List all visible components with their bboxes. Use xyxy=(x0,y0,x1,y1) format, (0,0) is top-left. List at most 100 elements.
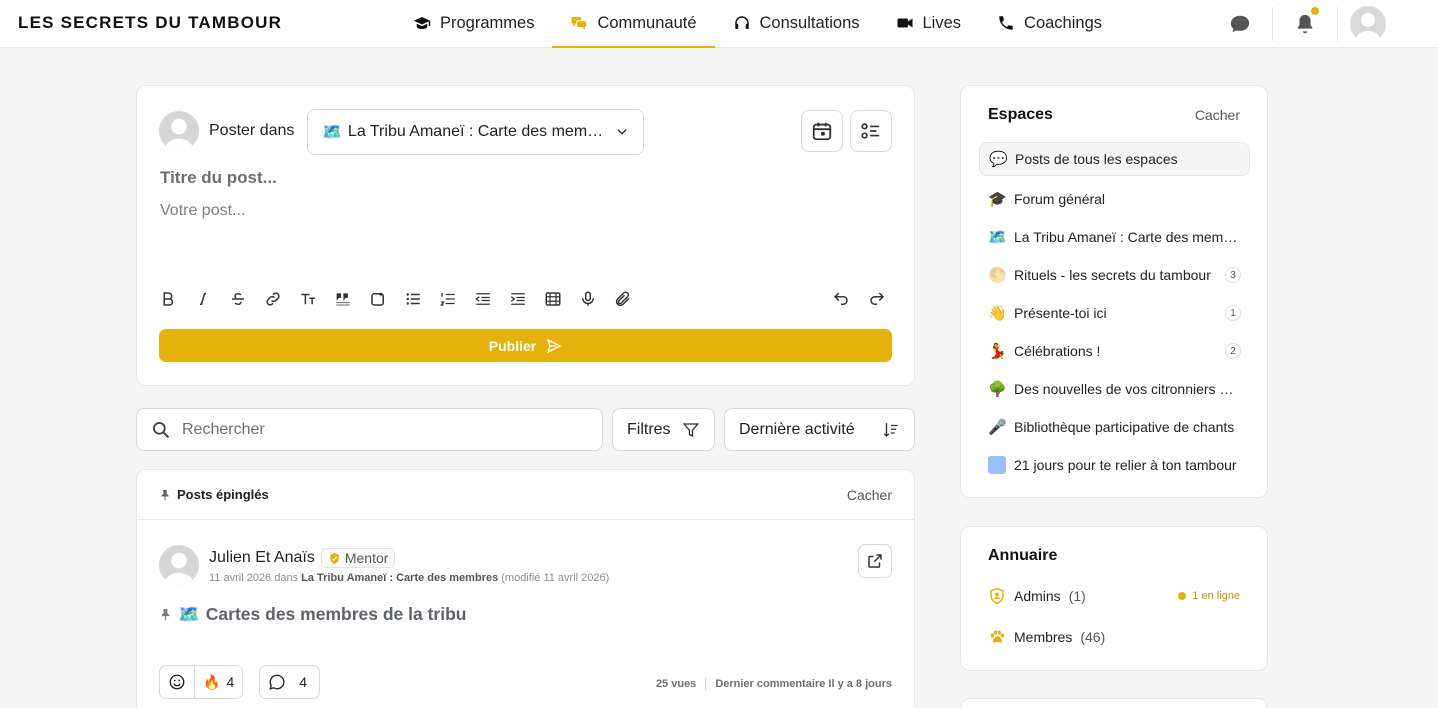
divider xyxy=(705,677,707,691)
space-item-bibliotheque[interactable]: 🎤 Bibliothèque participative de chants xyxy=(979,408,1250,446)
pinned-title-text: Posts épinglés xyxy=(177,487,269,502)
hide-pinned-link[interactable]: Cacher xyxy=(847,487,892,503)
redo-button[interactable] xyxy=(868,288,894,310)
notification-dot xyxy=(1311,7,1319,15)
audio-button[interactable] xyxy=(579,288,614,310)
post-title-input[interactable] xyxy=(160,168,760,188)
reactions: 🔥 4 xyxy=(159,665,244,699)
strikethrough-button[interactable] xyxy=(229,288,264,310)
publish-button[interactable]: Publier xyxy=(159,329,892,362)
post-meta: 11 avril 2026 dans La Tribu Amaneï : Car… xyxy=(209,572,609,584)
quote-button[interactable] xyxy=(334,288,369,310)
search-input[interactable] xyxy=(182,420,582,439)
nav-label: Lives xyxy=(922,13,962,32)
notifications-button[interactable] xyxy=(1285,0,1325,48)
link-button[interactable] xyxy=(264,288,299,310)
numbered-list-button[interactable] xyxy=(439,288,474,310)
space-item-celebrations[interactable]: 💃 Célébrations ! 2 xyxy=(979,332,1250,370)
headset-icon xyxy=(734,16,749,29)
space-item-all[interactable]: 💬 Posts de tous les espaces xyxy=(979,142,1250,176)
messages-button[interactable] xyxy=(1220,0,1260,48)
post-title-text: Cartes des membres de la tribu xyxy=(205,604,467,624)
members-row[interactable]: Membres (46) xyxy=(988,628,1240,646)
space-label: Des nouvelles de vos citronniers et de v… xyxy=(1014,381,1241,397)
heading-button[interactable] xyxy=(299,288,334,310)
user-avatar[interactable] xyxy=(1350,6,1386,42)
poll-button[interactable] xyxy=(850,110,892,152)
post-space-link[interactable]: La Tribu Amaneï : Carte des membres xyxy=(301,572,498,584)
space-select-value: La Tribu Amaneï : Carte des membres xyxy=(347,123,609,140)
fire-reaction-button[interactable]: 🔥 4 xyxy=(195,666,242,698)
undo-button[interactable] xyxy=(832,288,858,310)
comment-count: 4 xyxy=(299,674,307,690)
nav-coachings[interactable]: Coachings xyxy=(979,0,1120,48)
spaces-panel: Espaces Cacher 💬 Posts de tous les espac… xyxy=(960,85,1268,498)
add-reaction-button[interactable] xyxy=(160,666,194,698)
bell-icon xyxy=(1297,14,1313,34)
divider xyxy=(1272,7,1273,41)
nav-consultations[interactable]: Consultations xyxy=(715,0,878,48)
space-item-21-jours[interactable]: 21 jours pour te relier à ton tambour xyxy=(979,446,1250,484)
media-button[interactable] xyxy=(544,288,579,310)
filters-button[interactable]: Filtres xyxy=(612,408,715,451)
spaces-title: Espaces xyxy=(988,106,1053,123)
post-date: 11 avril 2026 dans xyxy=(209,572,299,584)
sort-button[interactable]: Dernière activité xyxy=(724,408,915,451)
indent-button[interactable] xyxy=(509,288,544,310)
pinned-title: Posts épinglés xyxy=(159,487,269,502)
author-avatar[interactable] xyxy=(159,545,199,585)
history-toolbar xyxy=(832,288,894,310)
bold-button[interactable] xyxy=(159,288,194,310)
hide-spaces-link[interactable]: Cacher xyxy=(1195,107,1240,123)
wave-icon: 👋 xyxy=(988,305,1007,322)
post-stats: 25 vues Dernier commentaire Il y a 8 jou… xyxy=(656,677,892,691)
space-item-rituels[interactable]: 🌕 Rituels - les secrets du tambour 3 xyxy=(979,256,1250,294)
tree-icon: 🌳 xyxy=(988,381,1007,398)
nav-communaute[interactable]: Communauté xyxy=(552,0,715,48)
admin-badge-icon xyxy=(990,587,1004,605)
post-title[interactable]: 🗺️ Cartes des membres de la tribu xyxy=(159,604,466,625)
space-item-forum[interactable]: 🎓 Forum général xyxy=(979,180,1250,218)
space-item-carte[interactable]: 🗺️ La Tribu Amaneï : Carte des membres xyxy=(979,218,1250,256)
post-body-input[interactable] xyxy=(160,202,760,220)
graduation-cap-icon: 🎓 xyxy=(988,191,1007,208)
filters-label: Filtres xyxy=(627,420,671,438)
comments-button[interactable]: 4 xyxy=(259,665,320,699)
poster-label: Poster dans xyxy=(209,122,295,139)
chevron-down-icon xyxy=(617,129,627,135)
space-select[interactable]: 🗺️ La Tribu Amaneï : Carte des membres xyxy=(307,109,644,155)
link-icon xyxy=(266,292,280,306)
shield-check-icon xyxy=(330,552,339,564)
space-item-citronniers[interactable]: 🌳 Des nouvelles de vos citronniers et de… xyxy=(979,370,1250,408)
title-emoji: 🗺️ xyxy=(178,604,200,624)
nav-lives[interactable]: Lives xyxy=(878,0,980,48)
moon-icon: 🌕 xyxy=(988,267,1007,284)
extra-panel xyxy=(960,698,1268,708)
bullet-list-button[interactable] xyxy=(404,288,439,310)
nav-programmes[interactable]: Programmes xyxy=(395,0,552,48)
film-icon xyxy=(545,292,561,306)
video-camera-icon xyxy=(897,18,912,28)
author-name[interactable]: Julien Et Anaïs xyxy=(209,549,315,567)
outdent-button[interactable] xyxy=(474,288,509,310)
online-label: 1 en ligne xyxy=(1192,590,1240,602)
admins-row[interactable]: Admins (1) 1 en ligne xyxy=(988,587,1240,605)
attachment-button[interactable] xyxy=(614,288,649,310)
top-icons xyxy=(1220,0,1386,48)
outdent-icon xyxy=(475,293,490,305)
brand-logo[interactable]: LES SECRETS DU TAMBOUR xyxy=(18,13,282,33)
fire-icon: 🔥 xyxy=(203,673,221,690)
filter-icon xyxy=(682,422,700,437)
italic-button[interactable] xyxy=(194,288,229,310)
nav-label: Coachings xyxy=(1024,13,1102,32)
space-item-presente[interactable]: 👋 Présente-toi ici 1 xyxy=(979,294,1250,332)
space-label: 21 jours pour te relier à ton tambour xyxy=(1014,457,1237,473)
unread-count: 2 xyxy=(1225,343,1241,359)
main-nav: Programmes Communauté Consultations Live… xyxy=(395,0,1120,48)
schedule-button[interactable] xyxy=(801,110,843,152)
open-post-button[interactable] xyxy=(858,544,892,578)
pin-icon xyxy=(161,489,169,500)
user-icon xyxy=(1356,13,1380,42)
online-indicator: 1 en ligne xyxy=(1178,590,1240,602)
embed-button[interactable] xyxy=(369,288,404,310)
